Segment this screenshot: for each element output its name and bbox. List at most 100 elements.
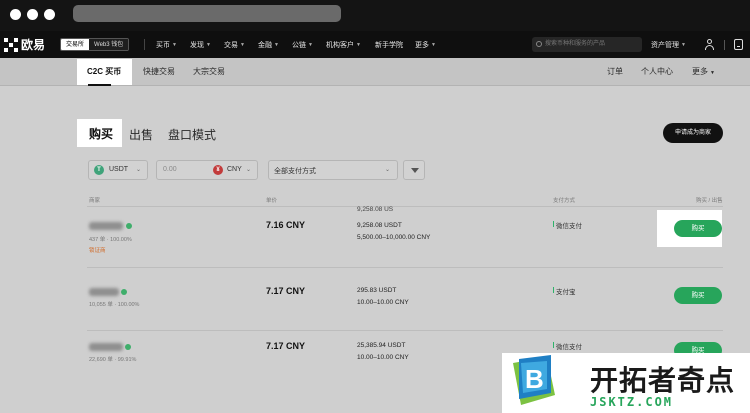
payment-value: 全部支付方式	[274, 168, 316, 175]
screen: 欧易 交易所 Web3 钱包 买币 ▼ 发现 ▼ 交易 ▼ 金融 ▼ 公链 ▼ 机构客户 ▼…	[0, 0, 750, 413]
available-amount: 25,385.94 USDT	[357, 342, 406, 349]
tab-orderbook-mode[interactable]: 盘口模式	[168, 126, 216, 143]
search-icon	[536, 41, 542, 47]
tether-icon: T	[94, 165, 104, 175]
divider	[87, 206, 723, 207]
merchant-name-blurred[interactable]	[89, 288, 119, 296]
nav-label: 交易	[224, 42, 238, 49]
divider	[144, 39, 145, 50]
nav-item-chain[interactable]: 公链 ▼	[292, 40, 313, 50]
address-bar[interactable]	[73, 5, 341, 22]
top-navigation: 欧易 交易所 Web3 钱包 买币 ▼ 发现 ▼ 交易 ▼ 金融 ▼ 公链 ▼ 机构客户 ▼…	[0, 31, 750, 58]
amount-input[interactable]: 0.00	[163, 166, 177, 173]
chevron-down-icon: ▼	[240, 42, 245, 48]
unit-price: 7.16 CNY	[266, 220, 306, 230]
nav-label: 更多	[415, 42, 429, 49]
merchant-stats: 437 单 · 100.00%	[89, 237, 132, 243]
nav-item-finance[interactable]: 金融 ▼	[258, 40, 279, 50]
chevron-down-icon: ▼	[681, 42, 686, 48]
chevron-down-icon: ▼	[710, 70, 715, 76]
nav-label: 买币	[156, 42, 170, 49]
amount-fiat-field[interactable]: 0.00 ¥ CNY ⌄	[156, 160, 258, 180]
browser-titlebar	[0, 0, 750, 31]
header-price: 单价	[266, 198, 278, 204]
buy-button[interactable]: 购买	[674, 287, 722, 304]
divider	[724, 40, 725, 50]
mode-switch[interactable]: 交易所 Web3 钱包	[60, 38, 130, 51]
watermark-logo-letter: B	[525, 364, 544, 394]
nav-label: 新手学院	[375, 42, 403, 49]
payment-method-select[interactable]: 全部支付方式 ⌄	[268, 160, 398, 180]
coin-select[interactable]: T USDT ⌄	[88, 160, 148, 180]
search-input[interactable]: 搜索币种和服务的产品	[532, 37, 642, 52]
buy-button[interactable]: 购买	[674, 220, 722, 237]
watermark-name: 开拓者奇点	[590, 365, 736, 396]
chevron-down-icon: ▼	[172, 42, 177, 48]
asset-label: 资产管理	[651, 42, 679, 49]
link-profile[interactable]: 个人中心	[641, 66, 673, 77]
verified-icon	[126, 223, 132, 229]
download-icon[interactable]	[734, 39, 743, 50]
watermark-logo-icon: B	[513, 355, 555, 405]
brand-name: 欧易	[21, 38, 46, 52]
search-placeholder: 搜索币种和服务的产品	[545, 41, 606, 47]
logo-mark-icon	[4, 37, 18, 52]
watermark: B 开拓者奇点 JSKTZ.COM	[502, 353, 750, 413]
merchant-stats: 10,055 单 · 100.00%	[89, 302, 140, 308]
mode-tab-web3[interactable]: Web3 钱包	[89, 39, 129, 50]
header-action: 购买 / 出售	[696, 198, 723, 204]
tab-c2c-label: C2C 买币	[87, 67, 122, 76]
verified-icon	[125, 344, 131, 350]
brand-logo[interactable]: 欧易	[4, 37, 45, 52]
nav-item-buy[interactable]: 买币 ▼	[156, 40, 177, 50]
chevron-down-icon: ⌄	[246, 167, 252, 173]
merchant-name-blurred[interactable]	[89, 343, 123, 351]
merchant-name-blurred[interactable]	[89, 222, 123, 230]
divider	[87, 330, 723, 331]
nav-item-academy[interactable]: 新手学院	[375, 40, 403, 50]
watermark-url: JSKTZ.COM	[590, 395, 674, 409]
nav-label: 金融	[258, 42, 272, 49]
tab-sell[interactable]: 出售	[129, 126, 153, 143]
divider	[87, 267, 723, 268]
payment-method: 微信支付	[553, 341, 582, 351]
nav-item-trade[interactable]: 交易 ▼	[224, 40, 245, 50]
more-label: 更多	[692, 67, 708, 76]
payment-method: 支付宝	[553, 286, 576, 296]
chevron-down-icon: ⌄	[385, 167, 391, 173]
chevron-down-icon: ▼	[308, 42, 313, 48]
available-amount: 295.83 USDT	[357, 287, 397, 294]
trade-limit: 5,500.00–10,000.00 CNY	[357, 234, 431, 241]
nav-item-more[interactable]: 更多 ▼	[415, 40, 436, 50]
cny-icon: ¥	[213, 165, 223, 175]
nav-item-discover[interactable]: 发现 ▼	[190, 40, 211, 50]
tab-block-trade[interactable]: 大宗交易	[193, 66, 225, 77]
mode-tab-exchange[interactable]: 交易所	[61, 39, 90, 50]
link-more[interactable]: 更多 ▼	[692, 66, 715, 77]
asset-menu[interactable]: 资产管理 ▼	[651, 40, 686, 50]
merchant-stats: 22,690 单 · 99.91%	[89, 357, 137, 363]
tab-buy-label: 购买	[89, 127, 114, 141]
unit-price: 7.17 CNY	[266, 341, 306, 351]
header-merchant: 商家	[89, 198, 101, 204]
nav-label: 机构客户	[326, 42, 354, 49]
window-dot[interactable]	[44, 9, 55, 20]
link-orders[interactable]: 订单	[607, 66, 623, 77]
apply-merchant-button[interactable]: 申请成为商家	[663, 123, 723, 143]
verified-icon	[121, 289, 127, 295]
chevron-down-icon: ▼	[356, 42, 361, 48]
tab-quick-trade[interactable]: 快捷交易	[143, 66, 175, 77]
window-dot[interactable]	[10, 9, 21, 20]
nav-label: 发现	[190, 42, 204, 49]
tab-buy[interactable]: 购买	[77, 119, 122, 147]
chevron-down-icon: ▼	[431, 42, 436, 48]
tab-c2c[interactable]: C2C 买币	[77, 59, 132, 85]
nav-item-institutional[interactable]: 机构客户 ▼	[326, 40, 361, 50]
fiat-value: CNY	[227, 166, 242, 173]
user-icon[interactable]	[704, 39, 714, 50]
window-dot[interactable]	[27, 9, 38, 20]
available-amount: 9,258.08 USDT	[357, 222, 402, 229]
filter-icon[interactable]	[403, 160, 425, 180]
chevron-down-icon: ▼	[274, 42, 279, 48]
trade-limit: 10.00–10.00 CNY	[357, 354, 409, 361]
